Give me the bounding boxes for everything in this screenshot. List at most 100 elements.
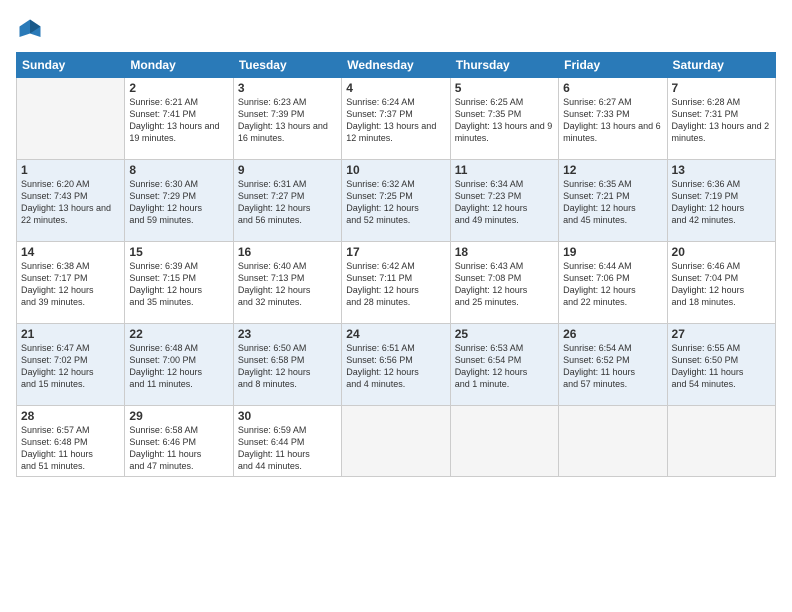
day-info: Sunrise: 6:57 AM Sunset: 6:48 PM Dayligh…	[21, 424, 120, 473]
calendar-page: SundayMondayTuesdayWednesdayThursdayFrid…	[0, 0, 792, 612]
day-number: 15	[129, 245, 228, 259]
day-info: Sunrise: 6:43 AM Sunset: 7:08 PM Dayligh…	[455, 260, 554, 309]
day-info: Sunrise: 6:50 AM Sunset: 6:58 PM Dayligh…	[238, 342, 337, 391]
day-number: 8	[129, 163, 228, 177]
week-row-5: 28Sunrise: 6:57 AM Sunset: 6:48 PM Dayli…	[17, 406, 776, 477]
day-info: Sunrise: 6:24 AMSunset: 7:37 PMDaylight:…	[346, 96, 445, 145]
day-info: Sunrise: 6:40 AM Sunset: 7:13 PM Dayligh…	[238, 260, 337, 309]
day-cell	[342, 406, 450, 477]
day-number: 1	[21, 163, 120, 177]
day-info: Sunrise: 6:30 AM Sunset: 7:29 PM Dayligh…	[129, 178, 228, 227]
day-number: 29	[129, 409, 228, 423]
day-info: Sunrise: 6:42 AM Sunset: 7:11 PM Dayligh…	[346, 260, 445, 309]
day-cell: 5Sunrise: 6:25 AMSunset: 7:35 PMDaylight…	[450, 78, 558, 160]
day-info: Sunrise: 6:44 AM Sunset: 7:06 PM Dayligh…	[563, 260, 662, 309]
day-number: 18	[455, 245, 554, 259]
day-info: Sunrise: 6:54 AM Sunset: 6:52 PM Dayligh…	[563, 342, 662, 391]
logo	[16, 16, 48, 44]
day-number: 7	[672, 81, 771, 95]
day-cell: 19Sunrise: 6:44 AM Sunset: 7:06 PM Dayli…	[559, 242, 667, 324]
col-header-thursday: Thursday	[450, 53, 558, 78]
day-info: Sunrise: 6:36 AM Sunset: 7:19 PM Dayligh…	[672, 178, 771, 227]
day-cell: 15Sunrise: 6:39 AM Sunset: 7:15 PM Dayli…	[125, 242, 233, 324]
day-cell	[17, 78, 125, 160]
day-number: 6	[563, 81, 662, 95]
day-info: Sunrise: 6:59 AM Sunset: 6:44 PM Dayligh…	[238, 424, 337, 473]
day-info: Sunrise: 6:58 AM Sunset: 6:46 PM Dayligh…	[129, 424, 228, 473]
logo-icon	[16, 16, 44, 44]
day-cell: 27Sunrise: 6:55 AM Sunset: 6:50 PM Dayli…	[667, 324, 775, 406]
day-info: Sunrise: 6:38 AM Sunset: 7:17 PM Dayligh…	[21, 260, 120, 309]
day-cell: 26Sunrise: 6:54 AM Sunset: 6:52 PM Dayli…	[559, 324, 667, 406]
day-info: Sunrise: 6:34 AM Sunset: 7:23 PM Dayligh…	[455, 178, 554, 227]
col-header-friday: Friday	[559, 53, 667, 78]
day-number: 16	[238, 245, 337, 259]
day-cell: 20Sunrise: 6:46 AM Sunset: 7:04 PM Dayli…	[667, 242, 775, 324]
day-cell: 24Sunrise: 6:51 AM Sunset: 6:56 PM Dayli…	[342, 324, 450, 406]
day-info: Sunrise: 6:28 AMSunset: 7:31 PMDaylight:…	[672, 96, 771, 145]
day-cell: 7Sunrise: 6:28 AMSunset: 7:31 PMDaylight…	[667, 78, 775, 160]
day-info: Sunrise: 6:53 AM Sunset: 6:54 PM Dayligh…	[455, 342, 554, 391]
day-cell: 3Sunrise: 6:23 AMSunset: 7:39 PMDaylight…	[233, 78, 341, 160]
day-cell	[450, 406, 558, 477]
day-cell: 13Sunrise: 6:36 AM Sunset: 7:19 PM Dayli…	[667, 160, 775, 242]
calendar-table: SundayMondayTuesdayWednesdayThursdayFrid…	[16, 52, 776, 477]
day-cell	[559, 406, 667, 477]
day-number: 10	[346, 163, 445, 177]
day-cell	[667, 406, 775, 477]
day-cell: 2Sunrise: 6:21 AMSunset: 7:41 PMDaylight…	[125, 78, 233, 160]
day-number: 24	[346, 327, 445, 341]
week-row-4: 21Sunrise: 6:47 AM Sunset: 7:02 PM Dayli…	[17, 324, 776, 406]
day-number: 22	[129, 327, 228, 341]
day-cell: 30Sunrise: 6:59 AM Sunset: 6:44 PM Dayli…	[233, 406, 341, 477]
day-cell: 21Sunrise: 6:47 AM Sunset: 7:02 PM Dayli…	[17, 324, 125, 406]
header	[16, 16, 776, 44]
day-cell: 22Sunrise: 6:48 AM Sunset: 7:00 PM Dayli…	[125, 324, 233, 406]
day-info: Sunrise: 6:31 AM Sunset: 7:27 PM Dayligh…	[238, 178, 337, 227]
day-cell: 14Sunrise: 6:38 AM Sunset: 7:17 PM Dayli…	[17, 242, 125, 324]
week-row-2: 1Sunrise: 6:20 AMSunset: 7:43 PMDaylight…	[17, 160, 776, 242]
day-info: Sunrise: 6:21 AMSunset: 7:41 PMDaylight:…	[129, 96, 228, 145]
day-cell: 12Sunrise: 6:35 AM Sunset: 7:21 PM Dayli…	[559, 160, 667, 242]
week-row-3: 14Sunrise: 6:38 AM Sunset: 7:17 PM Dayli…	[17, 242, 776, 324]
day-cell: 17Sunrise: 6:42 AM Sunset: 7:11 PM Dayli…	[342, 242, 450, 324]
day-number: 12	[563, 163, 662, 177]
day-number: 9	[238, 163, 337, 177]
col-header-sunday: Sunday	[17, 53, 125, 78]
day-number: 3	[238, 81, 337, 95]
day-info: Sunrise: 6:39 AM Sunset: 7:15 PM Dayligh…	[129, 260, 228, 309]
day-cell: 16Sunrise: 6:40 AM Sunset: 7:13 PM Dayli…	[233, 242, 341, 324]
day-info: Sunrise: 6:48 AM Sunset: 7:00 PM Dayligh…	[129, 342, 228, 391]
day-number: 30	[238, 409, 337, 423]
day-info: Sunrise: 6:55 AM Sunset: 6:50 PM Dayligh…	[672, 342, 771, 391]
day-number: 28	[21, 409, 120, 423]
day-info: Sunrise: 6:23 AMSunset: 7:39 PMDaylight:…	[238, 96, 337, 145]
day-cell: 9Sunrise: 6:31 AM Sunset: 7:27 PM Daylig…	[233, 160, 341, 242]
day-info: Sunrise: 6:27 AMSunset: 7:33 PMDaylight:…	[563, 96, 662, 145]
header-row: SundayMondayTuesdayWednesdayThursdayFrid…	[17, 53, 776, 78]
day-cell: 23Sunrise: 6:50 AM Sunset: 6:58 PM Dayli…	[233, 324, 341, 406]
day-number: 26	[563, 327, 662, 341]
day-cell: 6Sunrise: 6:27 AMSunset: 7:33 PMDaylight…	[559, 78, 667, 160]
col-header-saturday: Saturday	[667, 53, 775, 78]
day-number: 23	[238, 327, 337, 341]
day-cell: 10Sunrise: 6:32 AM Sunset: 7:25 PM Dayli…	[342, 160, 450, 242]
day-number: 4	[346, 81, 445, 95]
day-cell: 25Sunrise: 6:53 AM Sunset: 6:54 PM Dayli…	[450, 324, 558, 406]
week-row-1: 2Sunrise: 6:21 AMSunset: 7:41 PMDaylight…	[17, 78, 776, 160]
day-cell: 29Sunrise: 6:58 AM Sunset: 6:46 PM Dayli…	[125, 406, 233, 477]
day-info: Sunrise: 6:47 AM Sunset: 7:02 PM Dayligh…	[21, 342, 120, 391]
day-info: Sunrise: 6:35 AM Sunset: 7:21 PM Dayligh…	[563, 178, 662, 227]
day-number: 13	[672, 163, 771, 177]
day-number: 14	[21, 245, 120, 259]
col-header-tuesday: Tuesday	[233, 53, 341, 78]
day-cell: 28Sunrise: 6:57 AM Sunset: 6:48 PM Dayli…	[17, 406, 125, 477]
day-number: 25	[455, 327, 554, 341]
day-number: 21	[21, 327, 120, 341]
day-cell: 11Sunrise: 6:34 AM Sunset: 7:23 PM Dayli…	[450, 160, 558, 242]
day-number: 19	[563, 245, 662, 259]
day-number: 5	[455, 81, 554, 95]
col-header-wednesday: Wednesday	[342, 53, 450, 78]
day-info: Sunrise: 6:32 AM Sunset: 7:25 PM Dayligh…	[346, 178, 445, 227]
day-cell: 4Sunrise: 6:24 AMSunset: 7:37 PMDaylight…	[342, 78, 450, 160]
